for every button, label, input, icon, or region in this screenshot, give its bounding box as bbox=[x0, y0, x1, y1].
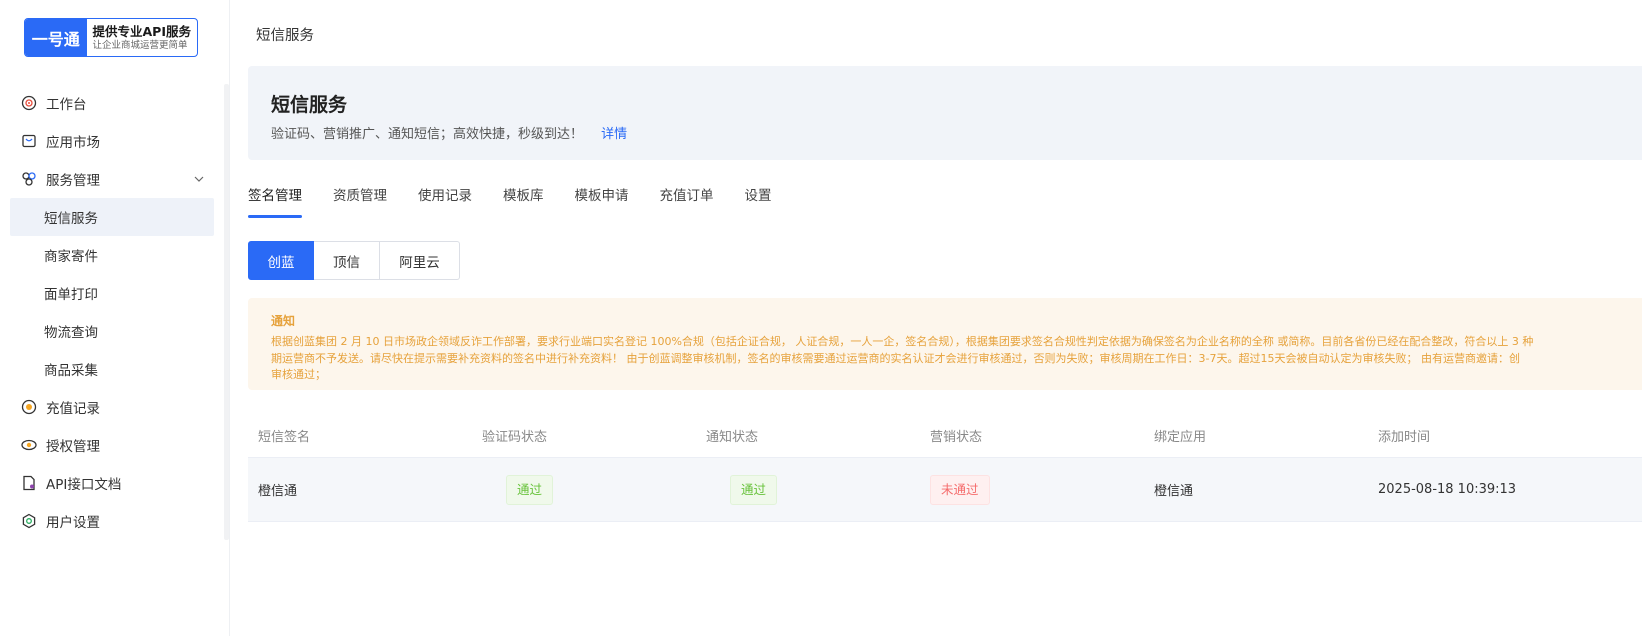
recharge-icon bbox=[21, 399, 37, 415]
logo-mark: 一号通 bbox=[25, 19, 87, 56]
sidebar-item-product-collection[interactable]: 商品采集 bbox=[10, 350, 214, 388]
cell-captcha-status: 通过 bbox=[472, 474, 696, 505]
sidebar-item-label: 商家寄件 bbox=[44, 249, 98, 265]
tab-bar: 签名管理 资质管理 使用记录 模板库 模板申请 充值订单 设置 bbox=[248, 184, 803, 220]
logo-text: 提供专业API服务 让企业商城运营更简单 bbox=[87, 19, 198, 56]
banner-description: 验证码、营销推广、通知短信；高效快捷，秒级到达！ 详情 bbox=[271, 123, 627, 142]
service-banner: 短信服务 验证码、营销推广、通知短信；高效快捷，秒级到达！ 详情 bbox=[248, 66, 1642, 160]
notice-line: 根据创蓝集团 2 月 10 日市场政企领域反诈工作部署，要求行业端口实名登记 1… bbox=[271, 335, 1534, 348]
sidebar-item-app-market[interactable]: 应用市场 bbox=[10, 122, 214, 160]
settings-icon bbox=[21, 513, 37, 529]
sidebar-item-sms-service[interactable]: 短信服务 bbox=[10, 198, 214, 236]
column-header-marketing-status: 营销状态 bbox=[930, 430, 983, 445]
sidebar-item-label: 服务管理 bbox=[46, 173, 100, 189]
sidebar-item-merchant-shipping[interactable]: 商家寄件 bbox=[10, 236, 214, 274]
cell-bound-app: 橙信通 bbox=[1154, 484, 1194, 499]
notice-box: 通知 根据创蓝集团 2 月 10 日市场政企领域反诈工作部署，要求行业端口实名登… bbox=[248, 298, 1642, 390]
cell-notify-status: 通过 bbox=[696, 474, 920, 505]
sidebar-item-label: 工作台 bbox=[46, 97, 87, 113]
doc-icon bbox=[21, 475, 37, 491]
sidebar-item-label: 商品采集 bbox=[44, 363, 98, 379]
column-header-bound-app: 绑定应用 bbox=[1154, 430, 1207, 445]
notice-body: 根据创蓝集团 2 月 10 日市场政企领域反诈工作部署，要求行业端口实名登记 1… bbox=[271, 334, 1642, 384]
sidebar: 一号通 提供专业API服务 让企业商城运营更简单 工作台 应用市场 服务管理 短… bbox=[0, 0, 230, 636]
cell-signature: 橙信通 bbox=[258, 484, 298, 499]
column-header-added-time: 添加时间 bbox=[1378, 430, 1431, 445]
cell-marketing-status: 未通过 bbox=[920, 474, 1144, 505]
sidebar-item-api-docs[interactable]: API接口文档 bbox=[10, 464, 214, 502]
sidebar-item-label: 充值记录 bbox=[46, 401, 100, 417]
sidebar-item-service-management[interactable]: 服务管理 bbox=[10, 160, 214, 198]
logo-subtitle: 让企业商城运营更简单 bbox=[92, 39, 188, 51]
notice-line: 审核通过； bbox=[271, 368, 326, 381]
notice-line: 期运营商不予发送。请尽快在提示需要补充资料的签名中进行补充资料！ 由于创蓝调整审… bbox=[271, 351, 1520, 365]
sidebar-item-label: 应用市场 bbox=[46, 135, 100, 151]
sidebar-item-waybill-print[interactable]: 面单打印 bbox=[10, 274, 214, 312]
tab-settings[interactable]: 设置 bbox=[745, 184, 772, 218]
table-row[interactable]: 橙信通 通过 通过 未通过 橙信通 2025-08-18 10:39:13 bbox=[248, 458, 1642, 522]
tab-signature-management[interactable]: 签名管理 bbox=[248, 184, 302, 218]
provider-dingxin-button[interactable]: 顶信 bbox=[314, 241, 380, 280]
sidebar-item-label: 物流查询 bbox=[44, 325, 98, 341]
table-header: 短信签名 验证码状态 通知状态 营销状态 绑定应用 添加时间 bbox=[248, 414, 1642, 458]
notice-title: 通知 bbox=[271, 314, 296, 328]
tab-template-application[interactable]: 模板申请 bbox=[575, 184, 629, 218]
status-badge: 未通过 bbox=[930, 474, 990, 505]
banner-description-text: 验证码、营销推广、通知短信；高效快捷，秒级到达！ bbox=[271, 127, 584, 142]
sidebar-item-label: 用户设置 bbox=[46, 515, 100, 531]
logo-title: 提供专业API服务 bbox=[92, 23, 192, 39]
main-content: 短信服务 短信服务 验证码、营销推广、通知短信；高效快捷，秒级到达！ 详情 签名… bbox=[230, 0, 1642, 636]
status-badge: 通过 bbox=[730, 474, 778, 505]
tab-recharge-orders[interactable]: 充值订单 bbox=[660, 184, 714, 218]
sidebar-menu: 工作台 应用市场 服务管理 短信服务 商家寄件 面单打印 物流查询 商品采集 充… bbox=[10, 84, 214, 540]
column-header-captcha-status: 验证码状态 bbox=[482, 430, 548, 445]
provider-chuanglan-button[interactable]: 创蓝 bbox=[248, 241, 314, 280]
shop-icon bbox=[21, 133, 37, 149]
sidebar-item-label: 短信服务 bbox=[44, 211, 98, 227]
key-icon bbox=[21, 437, 37, 453]
details-link[interactable]: 详情 bbox=[601, 127, 627, 142]
services-icon bbox=[21, 171, 37, 187]
signature-table: 短信签名 验证码状态 通知状态 营销状态 绑定应用 添加时间 橙信通 通过 通过… bbox=[248, 414, 1642, 522]
provider-switch: 创蓝 顶信 阿里云 bbox=[248, 241, 460, 280]
breadcrumb: 短信服务 bbox=[256, 28, 314, 44]
column-header-signature: 短信签名 bbox=[258, 430, 311, 445]
status-badge: 通过 bbox=[506, 474, 554, 505]
tab-template-library[interactable]: 模板库 bbox=[503, 184, 544, 218]
logo[interactable]: 一号通 提供专业API服务 让企业商城运营更简单 bbox=[24, 18, 198, 57]
sidebar-item-authorization[interactable]: 授权管理 bbox=[10, 426, 214, 464]
sidebar-item-label: API接口文档 bbox=[46, 477, 122, 493]
sidebar-item-logistics-query[interactable]: 物流查询 bbox=[10, 312, 214, 350]
sidebar-item-label: 授权管理 bbox=[46, 439, 100, 455]
provider-aliyun-button[interactable]: 阿里云 bbox=[380, 241, 460, 280]
target-icon bbox=[21, 95, 37, 111]
sidebar-item-label: 面单打印 bbox=[44, 287, 98, 303]
chevron-down-icon[interactable] bbox=[192, 172, 206, 186]
sidebar-item-user-settings[interactable]: 用户设置 bbox=[10, 502, 214, 540]
tab-usage-records[interactable]: 使用记录 bbox=[418, 184, 472, 218]
column-header-notify-status: 通知状态 bbox=[706, 430, 759, 445]
cell-added-time: 2025-08-18 10:39:13 bbox=[1378, 482, 1517, 497]
app-root: 一号通 提供专业API服务 让企业商城运营更简单 工作台 应用市场 服务管理 短… bbox=[0, 0, 1642, 636]
banner-title: 短信服务 bbox=[271, 94, 348, 116]
sidebar-item-workbench[interactable]: 工作台 bbox=[10, 84, 214, 122]
sidebar-item-recharge-records[interactable]: 充值记录 bbox=[10, 388, 214, 426]
tab-qualification-management[interactable]: 资质管理 bbox=[333, 184, 387, 218]
sidebar-scrollbar[interactable] bbox=[224, 84, 229, 540]
